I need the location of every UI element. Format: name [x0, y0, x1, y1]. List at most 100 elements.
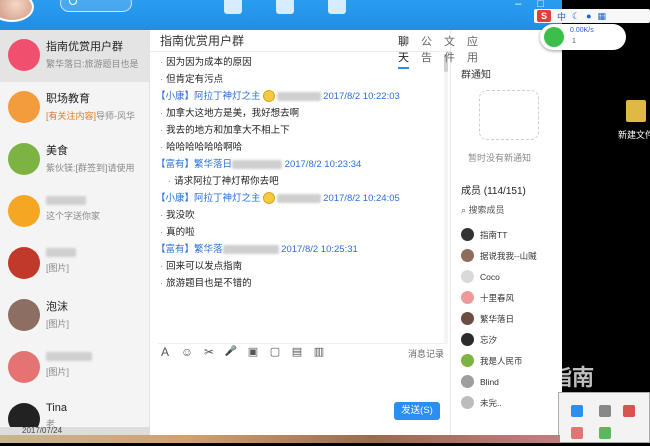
member-name: 十里春风	[480, 292, 515, 303]
chat-scrollbar[interactable]	[444, 54, 448, 344]
member-item[interactable]: 据说我我--山贼	[461, 245, 557, 266]
chat-panel: 指南优赏用户群 因为因为成本的原因 但肯定有污点 【小康】阿拉丁神灯之主 201…	[150, 30, 450, 435]
author[interactable]: 繁华落	[194, 244, 223, 255]
message-line: 真的啦	[156, 224, 440, 241]
avatar	[8, 351, 40, 383]
top-bar: – □	[0, 0, 562, 30]
user-avatar[interactable]	[0, 0, 34, 22]
screenshot-icon[interactable]: ✂	[202, 346, 216, 360]
wifi-icon	[544, 27, 564, 47]
blurred-name	[46, 247, 76, 257]
member-tag: 【富有】	[156, 244, 195, 255]
blurred-id	[232, 159, 283, 169]
conversation-list: 指南优赏用户群 繁华落日:旅游题目也是 职场教育 [有关注内容]导师-风华 美食…	[0, 30, 150, 435]
member-tag: 【小康】	[156, 193, 195, 204]
history-button[interactable]: 消息记录	[408, 347, 444, 360]
search-box[interactable]	[60, 0, 132, 12]
notes-icon[interactable]	[328, 0, 346, 14]
tab-files[interactable]: 文件	[444, 33, 455, 69]
send-button[interactable]: 发送(S)	[394, 402, 440, 420]
ime-language[interactable]: 中	[557, 10, 566, 23]
author[interactable]: 繁华落日	[194, 159, 232, 170]
tab-chat[interactable]: 聊天	[398, 33, 409, 69]
penguin-icon[interactable]	[224, 0, 242, 14]
avatar	[8, 299, 40, 331]
more-icon[interactable]: ▥	[312, 347, 326, 360]
avatar	[461, 249, 474, 262]
message-line: 回来可以发点指南	[156, 258, 440, 275]
conversation-item[interactable]: 这个字送你家	[0, 186, 149, 238]
blurred-name	[46, 195, 86, 205]
conversation-preview: [图片]	[46, 263, 70, 273]
net-speed: 0.00K/s	[570, 27, 594, 34]
message: 【富有】繁华落日 2017/8/2 10:23:34 请求阿拉丁神灯帮你去吧	[156, 156, 440, 190]
message-time: 2017/8/2 10:22:03	[323, 91, 400, 102]
avatar	[461, 375, 474, 388]
qq-tray-icon[interactable]	[571, 405, 583, 417]
emoji-picker-icon[interactable]: ☺	[180, 346, 194, 360]
folder-icon[interactable]	[626, 100, 646, 122]
gift-icon[interactable]: ▣	[246, 347, 260, 360]
sogou-icon: S	[537, 10, 551, 22]
empty-notice-illustration	[479, 90, 539, 140]
conversation-preview: 这个字送你家	[46, 211, 101, 221]
battery-level: 1	[572, 38, 576, 45]
member-item[interactable]: Coco	[461, 266, 557, 287]
conversation-item[interactable]: [图片]	[0, 238, 149, 290]
app-tray-icon[interactable]	[599, 405, 611, 417]
desktop-folder-label[interactable]: 新建文件	[618, 128, 650, 141]
conversation-item[interactable]: 泡沫 [图片]	[0, 290, 149, 342]
message-time: 2017/8/2 10:24:05	[323, 193, 400, 204]
conversation-item[interactable]: [图片]	[0, 342, 149, 394]
font-icon[interactable]: A	[158, 346, 172, 360]
member-item[interactable]: 繁华落日	[461, 308, 557, 329]
message-meta: 【小康】阿拉丁神灯之主 2017/8/2 10:22:03	[156, 88, 440, 105]
input-method-bar[interactable]: S 中 ☾ ● ▦	[534, 9, 650, 23]
message-line: 加拿大这地方是美，我好想去啊	[156, 105, 440, 122]
minimize-button[interactable]: –	[515, 0, 521, 10]
security-icon[interactable]	[571, 427, 583, 439]
conversation-name	[46, 246, 143, 258]
tab-announcement[interactable]: 公告	[421, 33, 432, 69]
member-item[interactable]: 十里春风	[461, 287, 557, 308]
member-name: Coco	[480, 271, 500, 282]
keyboard-icon: ▦	[597, 10, 607, 21]
member-item[interactable]: 忘汐	[461, 329, 557, 350]
search-icon	[69, 0, 77, 5]
contacts-icon[interactable]	[276, 0, 294, 14]
message: 【富有】繁华落 2017/8/2 10:25:31 回来可以发点指南 旅游题目也…	[156, 241, 440, 292]
member-name: 据说我我--山贼	[480, 250, 537, 261]
conversation-preview: 紫伙镁:[群签到]请使用	[46, 163, 135, 173]
member-name: 繁华落日	[480, 313, 515, 324]
conversation-item[interactable]: 职场教育 [有关注内容]导师-风华	[0, 82, 149, 134]
member-search[interactable]: ⌕ 搜索成员	[461, 203, 505, 216]
search-icon: ⌕	[461, 205, 469, 215]
conversation-preview: 繁华落日:旅游题目也是	[46, 59, 139, 69]
message: 【小康】阿拉丁神灯之主 2017/8/2 10:22:03 加拿大这地方是美，我…	[156, 88, 440, 156]
voice-icon[interactable]: 🎤	[224, 347, 238, 360]
watermark-text: 搜狗指南	[506, 365, 595, 390]
message-line: 但肯定有污点	[156, 71, 440, 88]
tab-apps[interactable]: 应用	[467, 33, 478, 69]
member-name: 忘汐	[480, 334, 498, 345]
conversation-item[interactable]: 指南优赏用户群 繁华落日:旅游题目也是	[0, 30, 149, 82]
image-icon[interactable]: ▢	[268, 347, 282, 360]
member-name: 指南TT	[480, 229, 508, 240]
folder-icon[interactable]: ▤	[290, 347, 304, 360]
blurred-id	[276, 193, 321, 203]
preview-text: 导师-风华	[96, 111, 136, 121]
input-toolbar: A ☺ ✂ 🎤 ▣ ▢ ▤ ▥ 消息记录	[158, 343, 444, 361]
volume-icon[interactable]	[623, 405, 635, 417]
avatar	[461, 228, 474, 241]
avatar	[461, 270, 474, 283]
conversation-item[interactable]: 美食 紫伙镁:[群签到]请使用	[0, 134, 149, 186]
author[interactable]: 阿拉丁神灯之主	[194, 193, 261, 204]
conversation-name: 职场教育	[46, 93, 90, 105]
author[interactable]: 阿拉丁神灯之主	[194, 91, 261, 102]
network-widget[interactable]: 0.00K/s 1	[540, 24, 626, 50]
member-item[interactable]: 指南TT	[461, 224, 557, 245]
message-list: 因为因为成本的原因 但肯定有污点 【小康】阿拉丁神灯之主 2017/8/2 10…	[156, 54, 440, 342]
message-line: 请求阿拉丁神灯帮你去吧	[156, 173, 440, 190]
shield-icon[interactable]	[599, 427, 611, 439]
member-tag: 【小康】	[156, 91, 195, 102]
